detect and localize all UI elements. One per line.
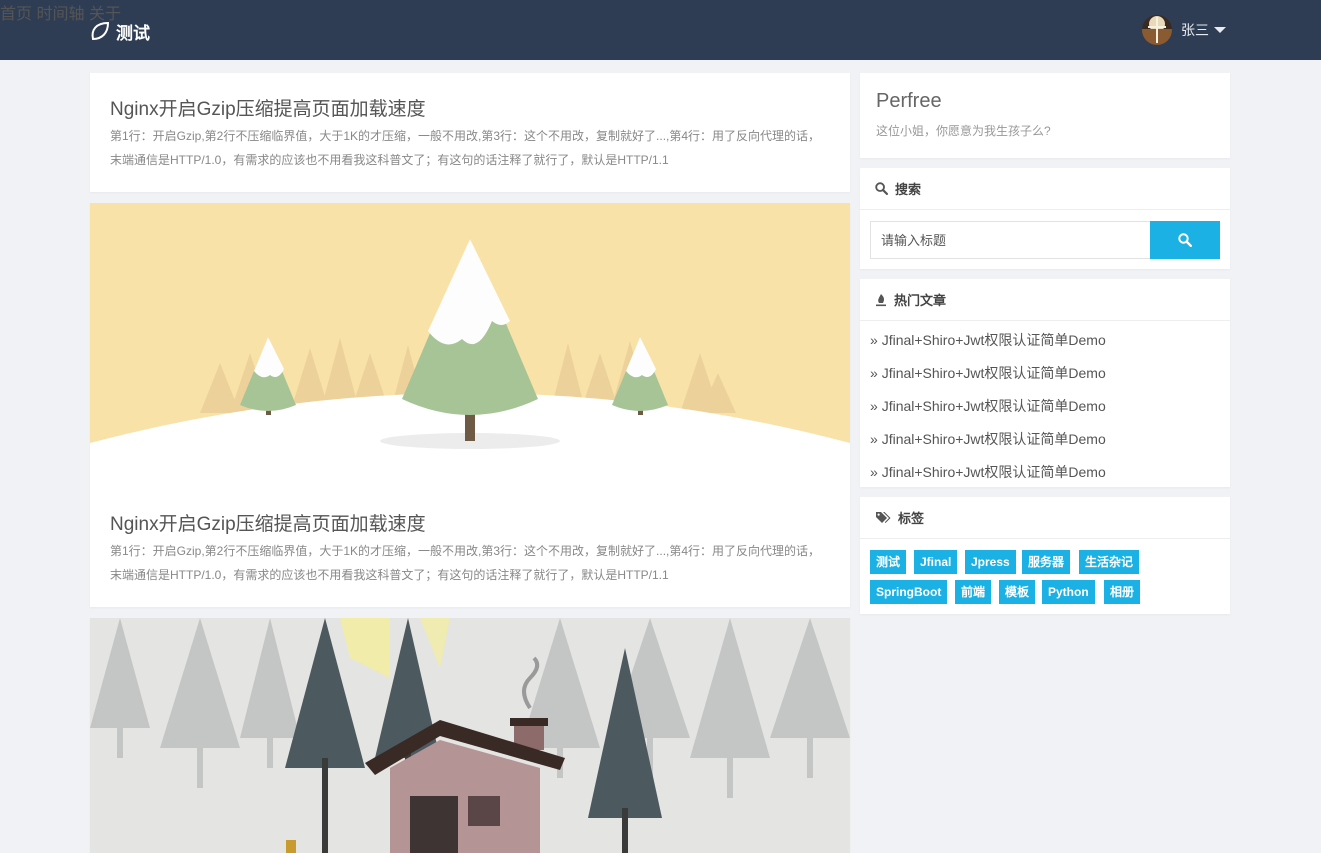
brand-title: 测试 [116,23,150,43]
tag-item[interactable]: 生活杂记 [1079,550,1140,574]
hot-post-link[interactable]: » Jfinal+Shiro+Jwt权限认证简单Demo [870,363,1106,383]
tag-item[interactable]: 服务器 [1022,550,1071,574]
nav-item-home[interactable]: 首页 [0,6,32,23]
angle-right-icon: » [870,398,882,414]
hot-post-title: Jfinal+Shiro+Jwt权限认证简单Demo [881,332,1106,348]
avatar [1142,15,1172,45]
tag-item[interactable]: Jpress [965,550,1016,574]
post-cover-image[interactable] [90,203,850,483]
tags-header: 标签 [860,497,1230,539]
leaf-icon [91,21,110,41]
brand-logo[interactable]: 测试 [90,19,150,43]
angle-right-icon: » [870,431,882,447]
caret-down-icon [1214,27,1226,33]
search-title: 搜索 [895,182,922,197]
hot-post-link[interactable]: » Jfinal+Shiro+Jwt权限认证简单Demo [870,429,1106,449]
user-menu[interactable]: 张三 [1142,14,1226,46]
tag-item[interactable]: Python [1042,580,1095,604]
tags-title: 标签 [898,511,925,526]
search-button[interactable] [1150,221,1220,259]
tags-icon [876,512,891,523]
search-form [870,221,1220,259]
tag-item[interactable]: 相册 [1104,580,1141,604]
post-card: Nginx开启Gzip压缩提高页面加载速度 第1行：开启Gzip,第2行不压缩临… [90,73,850,192]
search-header: 搜索 [860,168,1230,210]
hot-posts-card: 热门文章 » Jfinal+Shiro+Jwt权限认证简单Demo » Jfin… [860,279,1230,487]
tag-item[interactable]: 前端 [955,580,992,604]
hot-post-link[interactable]: » Jfinal+Shiro+Jwt权限认证简单Demo [870,330,1106,350]
fire-icon [876,293,886,306]
angle-right-icon: » [870,464,882,480]
search-input[interactable] [870,221,1150,259]
post-summary: 第1行：开启Gzip,第2行不压缩临界值，大于1K的才压缩，一般不用改,第3行：… [110,544,821,582]
post-card: Nginx开启Gzip压缩提高页面加载速度 第1行：开启Gzip,第2行不压缩临… [90,203,850,607]
hot-post-title: Jfinal+Shiro+Jwt权限认证简单Demo [881,365,1106,381]
tag-item[interactable]: 测试 [870,550,907,574]
search-icon [875,182,888,195]
post-card [90,618,850,853]
hot-post-link[interactable]: » Jfinal+Shiro+Jwt权限认证简单Demo [870,396,1106,416]
hot-posts-title: 热门文章 [894,293,947,308]
search-card: 搜索 [860,168,1230,269]
post-summary: 第1行：开启Gzip,第2行不压缩临界值，大于1K的才压缩，一般不用改,第3行：… [110,129,821,167]
tag-item[interactable]: Jfinal [914,550,958,574]
nav-item-timeline[interactable]: 时间轴 [36,6,84,23]
angle-right-icon: » [870,332,882,348]
profile-motto: 这位小姐，你愿意为我生孩子么? [876,124,1051,138]
hot-post-title: Jfinal+Shiro+Jwt权限认证简单Demo [881,464,1106,480]
post-title[interactable]: Nginx开启Gzip压缩提高页面加载速度 [110,94,426,121]
tag-item[interactable]: SpringBoot [870,580,948,604]
search-icon [1178,233,1192,247]
hot-post-title: Jfinal+Shiro+Jwt权限认证简单Demo [881,431,1106,447]
tag-item[interactable]: 模板 [999,580,1036,604]
top-navbar: 测试 首页 时间轴 关于 张三 [0,0,1321,60]
post-title[interactable]: Nginx开启Gzip压缩提高页面加载速度 [110,509,426,536]
hot-post-link[interactable]: » Jfinal+Shiro+Jwt权限认证简单Demo [870,462,1106,482]
profile-card: Perfree 这位小姐，你愿意为我生孩子么? [860,73,1230,158]
user-name: 张三 [1181,22,1209,38]
tags-card: 标签 测试 Jfinal Jpress 服务器 生活杂记 SpringBoot … [860,497,1230,614]
hot-post-title: Jfinal+Shiro+Jwt权限认证简单Demo [881,398,1106,414]
profile-name: Perfree [876,90,942,112]
post-cover-image[interactable] [90,618,850,853]
angle-right-icon: » [870,365,882,381]
hot-posts-header: 热门文章 [860,279,1230,321]
